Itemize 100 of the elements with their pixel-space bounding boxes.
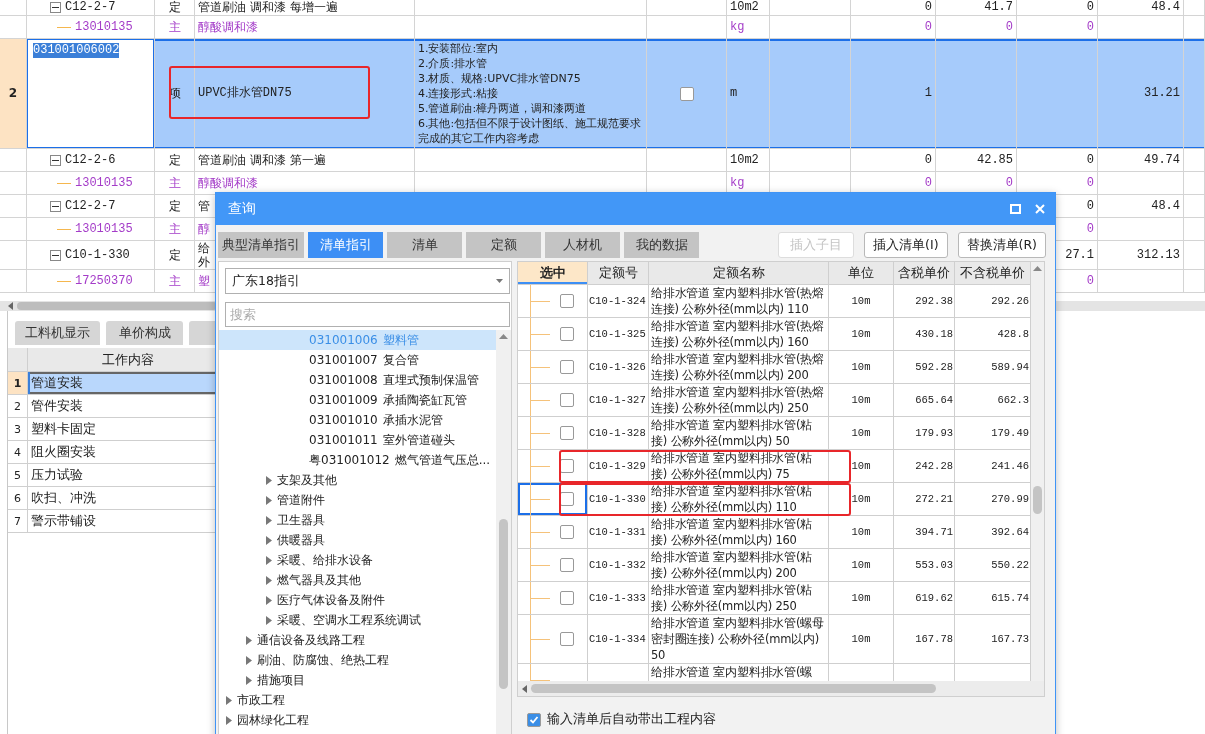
tab[interactable]: 清单 <box>387 232 462 258</box>
material-code: 13010135 <box>75 175 133 191</box>
checkbox[interactable] <box>560 360 574 374</box>
table-cell: C10-1-329 <box>588 450 649 483</box>
expand-arrow-icon[interactable] <box>246 635 252 645</box>
row-number: 6 <box>8 487 28 510</box>
guide-dropdown[interactable]: 广东18指引 <box>225 268 510 294</box>
tab[interactable]: 人材机 <box>545 232 620 258</box>
table-cell: C10-1-333 <box>588 582 649 615</box>
table-cell: 给排水管道 室内塑料排水管(热熔连接) 公称外径(mm以内) 200 <box>649 351 829 384</box>
tree-item[interactable]: 燃气器具及其他 <box>219 570 497 590</box>
column-header: 含税单价 <box>894 262 955 285</box>
checkbox[interactable] <box>560 525 574 539</box>
table-cell: 292.38 <box>894 285 955 318</box>
table-cell: 给排水管道 室内塑料排水管(热熔连接) 公称外径(mm以内) 250 <box>649 384 829 417</box>
table-row[interactable]: 13010135 主 醇酸调和漆 kg 0 0 0 <box>0 16 1205 39</box>
table-row[interactable]: 2 031001006002 项 UPVC排水管DN75 1.安装部位:室内 2.介质:排水管 3.材质、规格:UPVC排水管DN75 4.连接形式:粘接 5.管道刷油:樟丹两道，调和漆两道 6.其他:包括但不限于设计图纸、施工规范要求完成的其它工作内容考虑 m 1 31.21 <box>0 39 1205 149</box>
table-cell: 给排水管道 室内塑料排水管(热熔连接) 公称外径(mm以内) 110 <box>649 285 829 318</box>
column-header: 定额名称 <box>649 262 829 285</box>
panel-tab[interactable]: 工料机显示 <box>15 321 100 345</box>
checkbox[interactable] <box>560 591 574 605</box>
table-cell: C10-1-332 <box>588 549 649 582</box>
table-cell: 394.71 <box>894 516 955 549</box>
table-cell: 给 <box>198 241 210 255</box>
table-cell: 167.78 <box>894 615 955 664</box>
action-button[interactable]: 插入清单(I) <box>864 232 948 258</box>
expand-arrow-icon[interactable] <box>266 535 272 545</box>
horizontal-scrollbar[interactable] <box>518 681 1044 696</box>
vertical-scrollbar[interactable] <box>1031 262 1044 681</box>
vertical-scrollbar[interactable] <box>496 330 511 734</box>
collapse-icon[interactable] <box>50 2 61 13</box>
scroll-left-icon[interactable] <box>8 302 13 310</box>
tree-item[interactable]: 园林绿化工程 <box>219 710 497 730</box>
table-cell: 主 <box>155 270 195 293</box>
tree-item[interactable]: 采暖、空调水工程系统调试 <box>219 610 497 630</box>
table-cell: 10m <box>829 417 894 450</box>
checkbox[interactable] <box>560 632 574 646</box>
table-cell: 553.03 <box>894 549 955 582</box>
checkbox[interactable] <box>527 712 541 727</box>
quota-code: C12-2-6 <box>65 152 116 168</box>
table-cell: 给排水管道 室内塑料排水管(粘接) 公称外径(mm以内) 160 <box>649 516 829 549</box>
row-number: 3 <box>8 418 28 441</box>
expand-arrow-icon[interactable] <box>226 695 232 705</box>
material-code: 17250370 <box>75 273 133 289</box>
table-cell: 10m <box>829 285 894 318</box>
collapse-icon[interactable] <box>50 249 61 261</box>
expand-arrow-icon[interactable] <box>266 555 272 565</box>
tree-item[interactable]: 医疗气体设备及附件 <box>219 590 497 610</box>
table-cell: 10m <box>829 351 894 384</box>
checkbox[interactable] <box>560 327 574 341</box>
tree-item[interactable]: 措施项目 <box>219 670 497 690</box>
expand-arrow-icon[interactable] <box>266 575 272 585</box>
expand-arrow-icon[interactable] <box>266 495 272 505</box>
table-row[interactable]: C12-2-6 定 管道刷油 调和漆 第一遍 10m2 0 42.85 0 49.74 <box>0 149 1205 172</box>
caret-icon <box>496 279 503 283</box>
scrollbar-thumb[interactable] <box>499 519 508 689</box>
table-cell: 10m <box>829 615 894 664</box>
panel-tab[interactable]: 单价构成 <box>106 321 183 345</box>
collapse-icon[interactable] <box>50 200 61 212</box>
tree-item[interactable]: 市政工程 <box>219 690 497 710</box>
checkbox[interactable] <box>560 294 574 308</box>
checkbox[interactable] <box>560 426 574 440</box>
scrollbar-thumb[interactable] <box>1033 486 1042 514</box>
expand-arrow-icon[interactable] <box>266 475 272 485</box>
table-cell: 给排水管道 室内塑料排水管(粘接) 公称外径(mm以内) 200 <box>649 549 829 582</box>
table-cell: 242.28 <box>894 450 955 483</box>
tree-item[interactable]: 刷油、防腐蚀、绝热工程 <box>219 650 497 670</box>
tree-item[interactable]: 供暖器具 <box>219 530 497 550</box>
tree-item[interactable]: 通信设备及线路工程 <box>219 630 497 650</box>
expand-arrow-icon[interactable] <box>266 595 272 605</box>
expand-arrow-icon[interactable] <box>266 615 272 625</box>
table-row[interactable]: C12-2-7 定 管道刷油 调和漆 每增一遍 10m2 0 41.7 0 48.4 <box>0 0 1205 16</box>
tree-item[interactable]: 采暖、给排水设备 <box>219 550 497 570</box>
scroll-up-icon[interactable] <box>499 334 508 339</box>
tab[interactable]: 典型清单指引 <box>218 232 304 258</box>
table-cell: 10m <box>829 516 894 549</box>
expand-arrow-icon[interactable] <box>246 675 252 685</box>
table-cell: 592.28 <box>894 351 955 384</box>
expand-arrow-icon[interactable] <box>246 655 252 665</box>
search-field[interactable]: 搜索 <box>225 302 510 327</box>
collapse-icon[interactable] <box>50 154 61 166</box>
maximize-icon[interactable] <box>1010 204 1021 214</box>
focused-cell[interactable] <box>518 483 588 516</box>
action-button[interactable]: 替换清单(R) <box>957 232 1046 258</box>
tab[interactable]: 我的数据 <box>624 232 699 258</box>
table-cell: 外 <box>198 255 210 269</box>
table-cell: C10-1-328 <box>588 417 649 450</box>
checkbox[interactable] <box>679 86 694 101</box>
table-cell: 430.18 <box>894 318 955 351</box>
table-cell: 10m <box>829 318 894 351</box>
checkbox[interactable] <box>560 558 574 572</box>
tab[interactable]: 定额 <box>466 232 541 258</box>
scroll-left-icon[interactable] <box>522 684 527 693</box>
expand-arrow-icon[interactable] <box>226 715 232 725</box>
checkbox[interactable] <box>560 393 574 407</box>
expand-arrow-icon[interactable] <box>266 515 272 525</box>
row-number: 7 <box>8 510 28 533</box>
quota-code: C12-2-7 <box>65 198 116 214</box>
close-icon[interactable] <box>1035 204 1045 214</box>
row-number: 4 <box>8 441 28 464</box>
